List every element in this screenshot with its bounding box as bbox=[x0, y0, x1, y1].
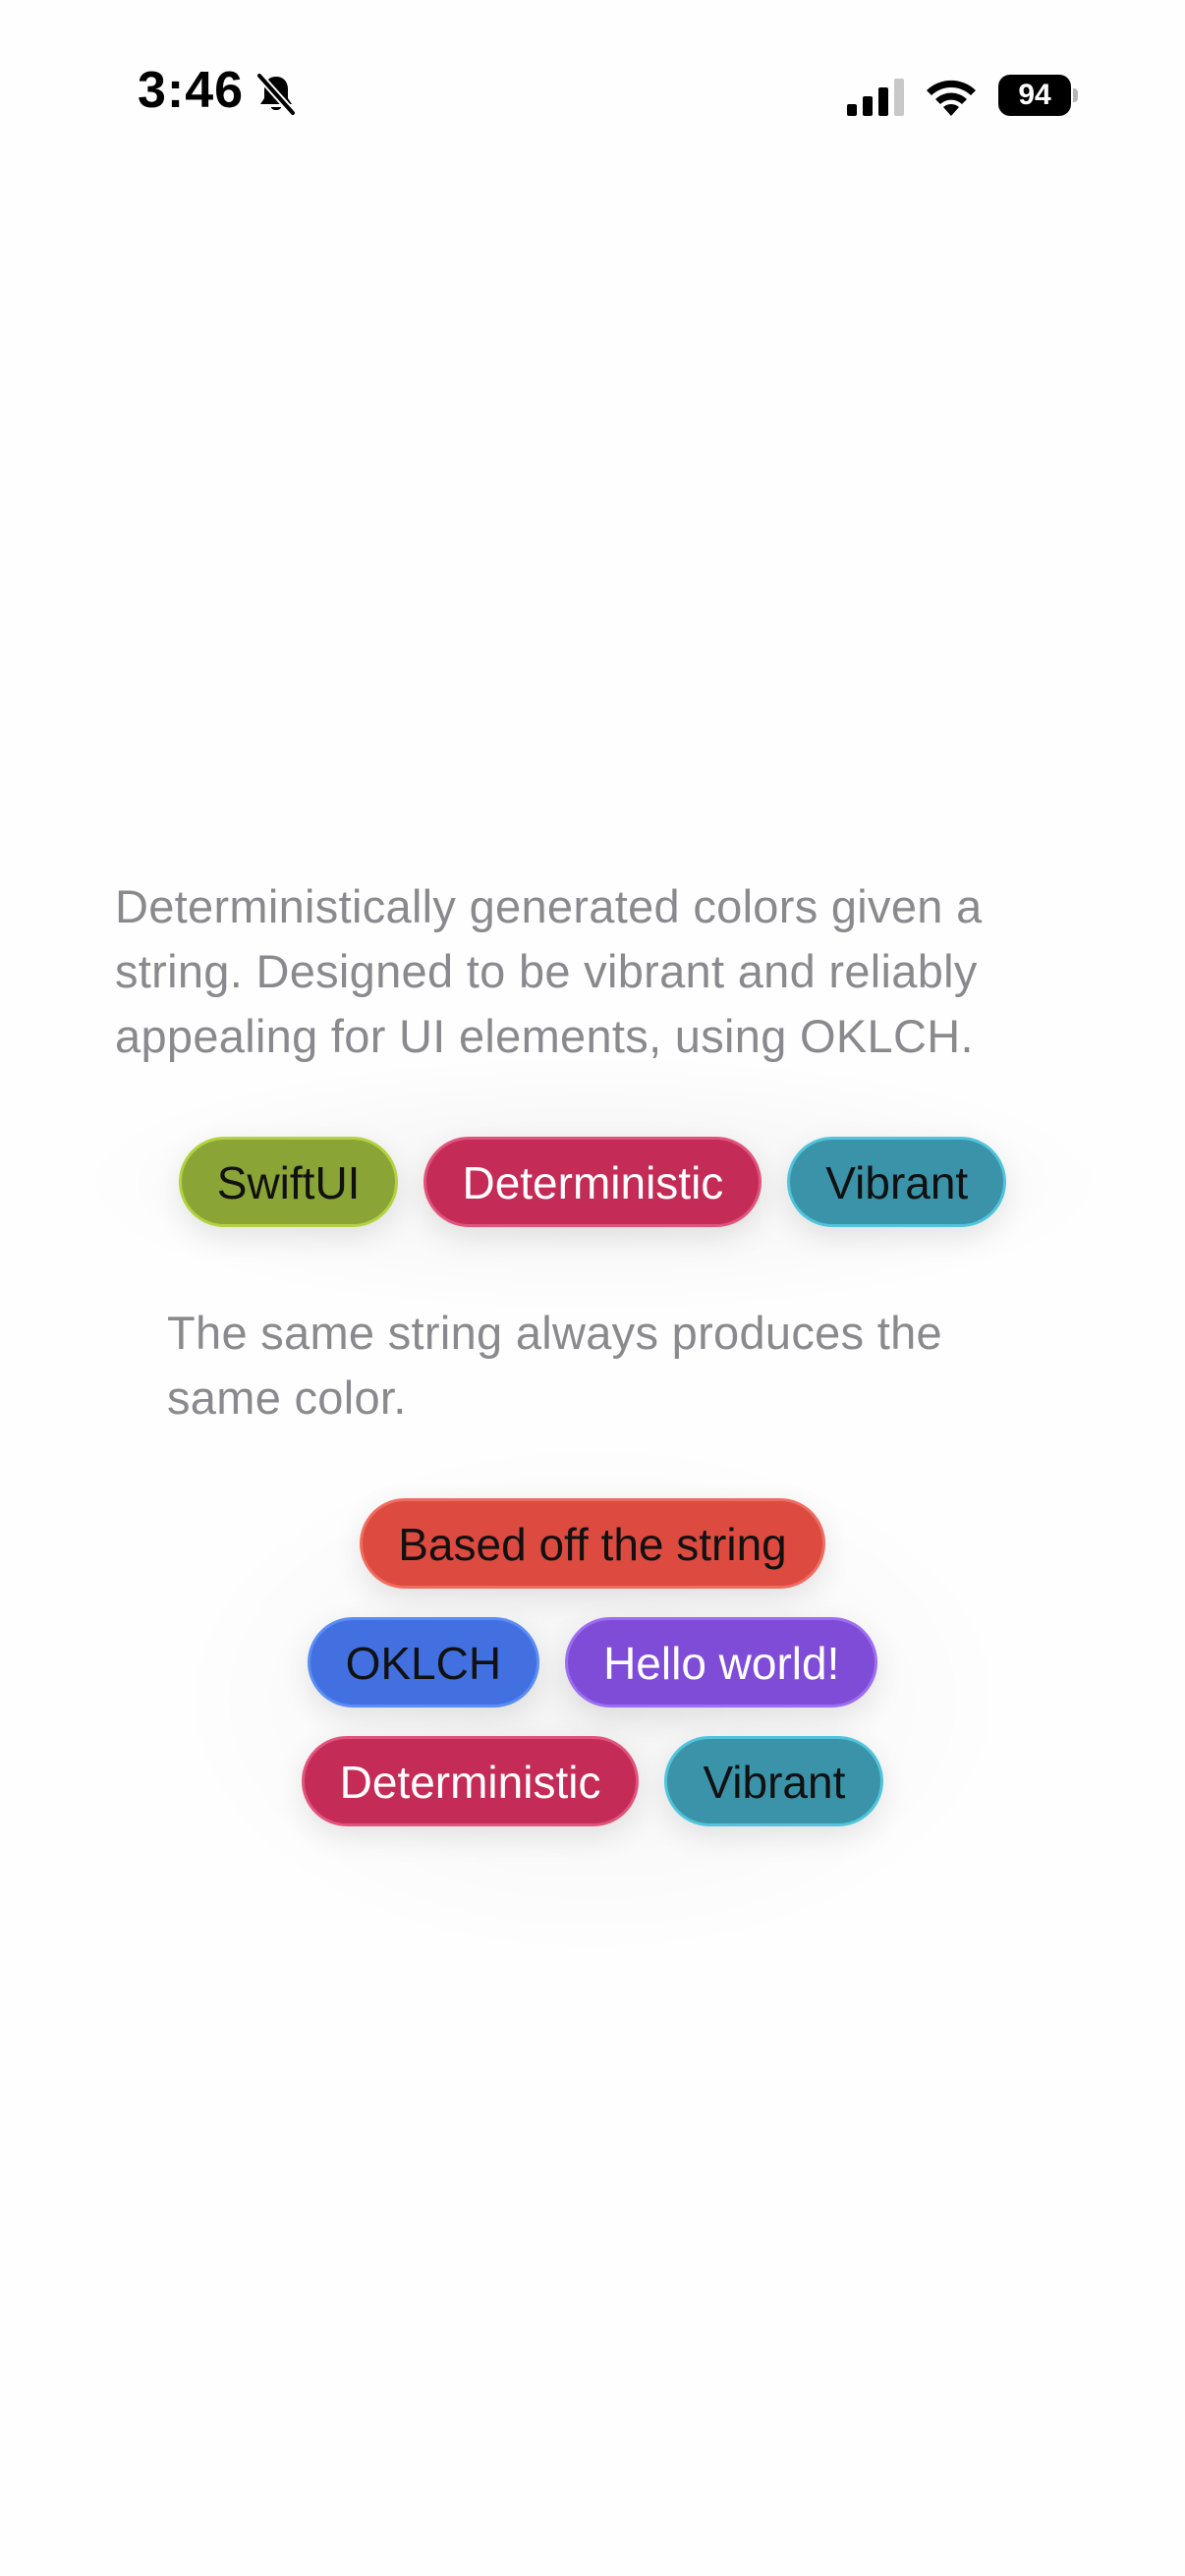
description-text: Deterministically generated colors given… bbox=[115, 880, 983, 1062]
signal-icon bbox=[847, 79, 904, 116]
tag-row-3: Deterministic Vibrant bbox=[0, 1736, 1185, 1826]
tag-chip[interactable]: Hello world! bbox=[565, 1617, 878, 1708]
battery-level: 94 bbox=[998, 75, 1071, 116]
tag-chip[interactable]: Vibrant bbox=[787, 1137, 1007, 1227]
battery-cap bbox=[1073, 88, 1078, 102]
tag-chip[interactable]: Deterministic bbox=[301, 1736, 640, 1826]
tag-row-top: SwiftUI Deterministic Vibrant bbox=[0, 1137, 1185, 1227]
tag-chip[interactable]: Deterministic bbox=[423, 1137, 762, 1227]
status-bar: 3:46 94 bbox=[0, 0, 1185, 187]
bell-off-icon bbox=[255, 72, 297, 117]
tag-chip[interactable]: Vibrant bbox=[664, 1736, 884, 1826]
tag-chip[interactable]: Based off the string bbox=[360, 1498, 825, 1589]
tag-chip[interactable]: SwiftUI bbox=[178, 1137, 399, 1227]
tag-chip[interactable]: OKLCH bbox=[307, 1617, 540, 1708]
tag-row-2: OKLCH Hello world! bbox=[0, 1617, 1185, 1708]
battery-icon: 94 bbox=[998, 75, 1078, 116]
same-color-text: The same string always produces the same… bbox=[167, 1307, 942, 1424]
tag-row-1: Based off the string bbox=[0, 1498, 1185, 1589]
status-time: 3:46 bbox=[138, 62, 245, 119]
wifi-icon bbox=[927, 80, 976, 116]
